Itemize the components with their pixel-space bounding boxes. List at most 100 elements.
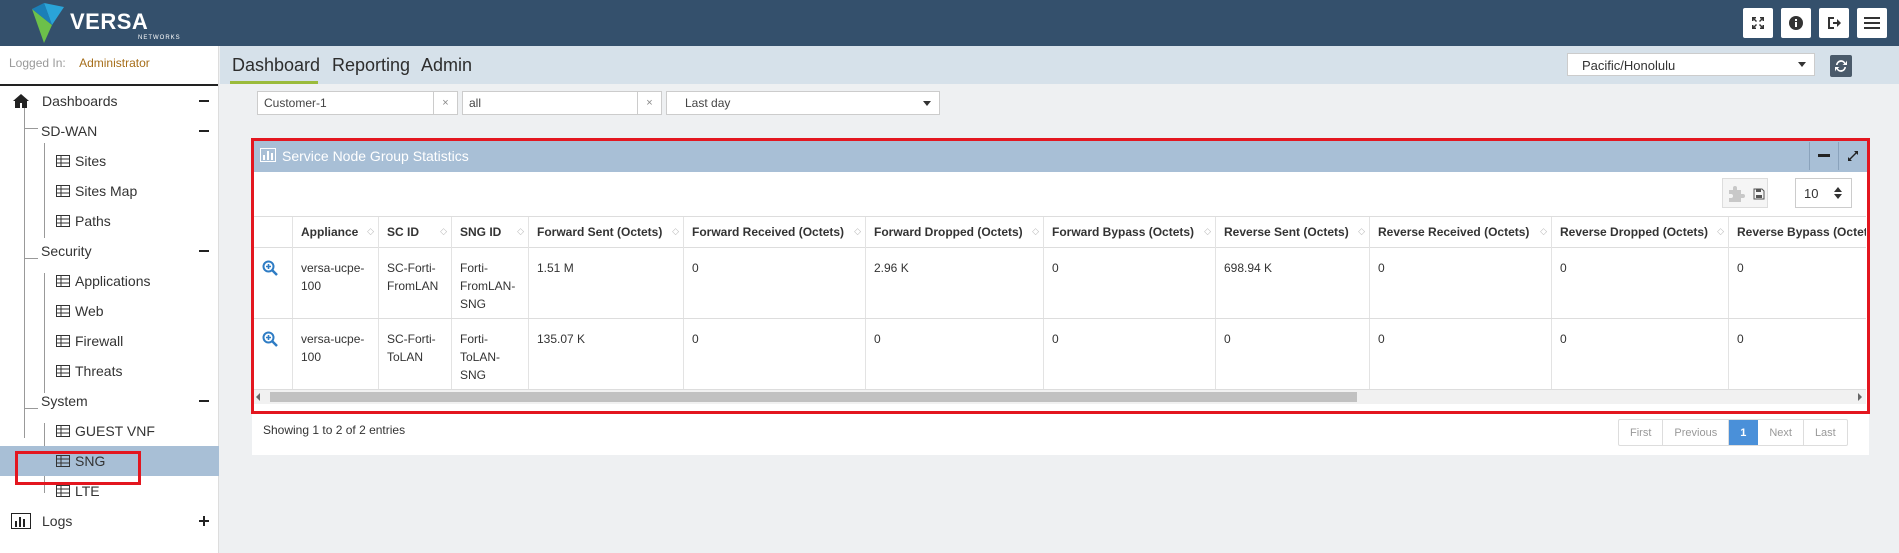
versa-logo[interactable]: VERSA NETWORKS [30,3,190,43]
scrollbar-thumb[interactable] [270,392,1357,402]
pagination-previous[interactable]: Previous [1663,420,1730,445]
column-header-reverse-received[interactable]: Reverse Received (Octets) ◇ [1369,217,1551,248]
pagination-next[interactable]: Next [1758,420,1804,445]
table-cell: Forti-ToLAN-SNG [451,319,528,389]
scope-value: all [469,96,482,110]
column-header-expand [252,217,292,248]
column-header-reverse-dropped[interactable]: Reverse Dropped (Octets) ◇ [1551,217,1728,248]
sidebar-item-applications[interactable]: Applications [0,266,219,296]
table-cell: 0 [1728,248,1866,318]
sidebar-item-sng[interactable]: SNG [0,446,219,476]
collapse-icon[interactable] [199,250,209,252]
maximize-button[interactable] [1838,142,1866,170]
collapse-icon[interactable] [199,100,209,102]
column-header-label: Forward Dropped (Octets) [874,225,1023,239]
scroll-left-icon[interactable] [256,393,260,401]
pagination-last[interactable]: Last [1804,420,1847,445]
sidebar-item-guest-vnf[interactable]: GUEST VNF [0,416,219,446]
refresh-button[interactable] [1830,55,1852,77]
puzzle-icon[interactable] [1725,182,1749,206]
clear-organization-button[interactable]: × [433,92,457,114]
sidebar-item-threats[interactable]: Threats [0,356,219,386]
column-header-appliance[interactable]: Appliance ◇ [292,217,378,248]
column-header-forward-received[interactable]: Forward Received (Octets) ◇ [683,217,865,248]
minimize-button[interactable] [1809,142,1837,170]
table-icon [56,485,70,497]
zoom-in-icon[interactable] [262,331,278,347]
sort-icon: ◇ [1032,226,1039,236]
sidebar-item-sites-map[interactable]: Sites Map [0,176,219,206]
table-cell: 0 [1728,319,1866,389]
sort-icon: ◇ [367,226,374,236]
table-icon [56,215,70,227]
zoom-in-icon[interactable] [262,260,278,276]
versa-mark-icon [32,3,64,43]
hamburger-menu-icon [1864,17,1880,29]
logout-button[interactable] [1819,8,1849,38]
table-header: Appliance ◇ SC ID ◇ SNG ID ◇ Forward Sent (… [252,216,1866,248]
sidebar-item-lte[interactable]: LTE [0,476,219,506]
column-header-forward-dropped[interactable]: Forward Dropped (Octets) ◇ [865,217,1043,248]
timezone-select[interactable]: Pacific/Honolulu [1567,53,1815,76]
menu-button[interactable] [1857,8,1887,38]
sidebar-item-sd-wan[interactable]: SD-WAN [0,116,219,146]
table-cell: 0 [1369,248,1551,318]
expand-icon [1752,17,1764,29]
scroll-right-icon[interactable] [1858,393,1862,401]
table-cell: Forti-FromLAN-SNG [451,248,528,318]
sidebar-item-paths[interactable]: Paths [0,206,219,236]
info-button[interactable] [1781,8,1811,38]
table-icon [56,155,70,167]
sort-icon: ◇ [854,226,861,236]
sidebar-item-label: Sites [75,153,107,169]
save-icon[interactable] [1753,188,1765,200]
sidebar-item-label: Sites Map [75,183,138,199]
table-cell: SC-Forti-ToLAN [378,319,451,389]
page-size-select[interactable]: 10 [1795,178,1852,208]
column-header-reverse-sent[interactable]: Reverse Sent (Octets) ◇ [1215,217,1369,248]
organization-filter[interactable]: Customer-1 × [257,91,458,115]
bar-chart-icon [260,148,276,162]
column-header-sng-id[interactable]: SNG ID ◇ [451,217,528,248]
sidebar-item-logs[interactable]: Logs [0,506,219,536]
widget-title: Service Node Group Statistics [282,148,469,164]
column-header-sc-id[interactable]: SC ID ◇ [378,217,451,248]
collapse-icon[interactable] [199,130,209,132]
sidebar-item-dashboards[interactable]: Dashboards [0,86,219,116]
collapse-icon[interactable] [199,400,209,402]
sidebar-item-label: Threats [75,363,123,379]
scope-filter[interactable]: all × [462,91,662,115]
sidebar-item-firewall[interactable]: Firewall [0,326,219,356]
sidebar-item-label: Firewall [75,333,124,349]
table-icon [56,425,70,437]
expand-plus-icon[interactable] [203,516,205,526]
horizontal-scrollbar[interactable] [252,390,1866,404]
table-icon [56,275,70,287]
logged-in-user[interactable]: Administrator [79,56,150,70]
clear-scope-button[interactable]: × [637,92,661,114]
sort-icon: ◇ [1540,226,1547,236]
sidebar: Logged In: Administrator Dashboards SD-W… [0,46,219,553]
table-icon [56,365,70,377]
tab-reporting[interactable]: Reporting [332,55,410,76]
sidebar-item-sites[interactable]: Sites [0,146,219,176]
sidebar-item-label: Paths [75,213,111,229]
sidebar-item-label: Security [41,243,92,259]
spinner-arrows-icon [1834,187,1842,199]
tab-admin[interactable]: Admin [421,55,472,76]
expand-button[interactable] [1743,8,1773,38]
login-status: Logged In: Administrator [0,46,218,86]
organization-value: Customer-1 [264,96,327,110]
time-range-select[interactable]: Last day [666,91,940,115]
pagination-first[interactable]: First [1619,420,1664,445]
column-header-forward-sent[interactable]: Forward Sent (Octets) ◇ [528,217,683,248]
table-icon [56,185,70,197]
column-header-forward-bypass[interactable]: Forward Bypass (Octets) ◇ [1043,217,1215,248]
pagination-page-1[interactable]: 1 [1729,420,1759,445]
tab-dashboard[interactable]: Dashboard [232,55,320,76]
sidebar-item-label: System [41,393,88,409]
sidebar-item-web[interactable]: Web [0,296,219,326]
sidebar-item-security[interactable]: Security [0,236,219,266]
sidebar-item-system[interactable]: System [0,386,219,416]
column-header-reverse-bypass[interactable]: Reverse Bypass (Octets) [1728,217,1866,248]
